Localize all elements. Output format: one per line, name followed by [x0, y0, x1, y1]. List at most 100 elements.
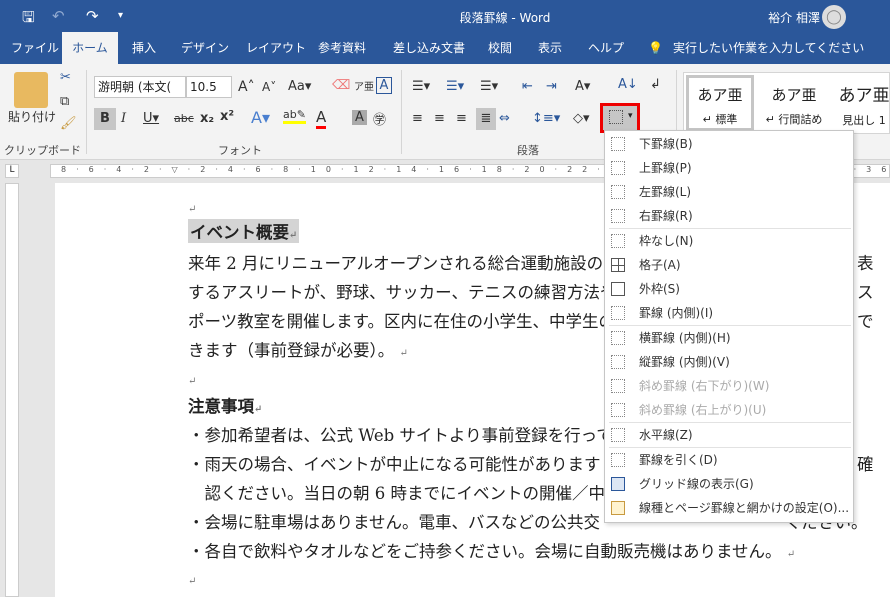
- sort-icon[interactable]: A↓: [618, 77, 638, 92]
- highlight-icon[interactable]: ab✎: [283, 108, 306, 124]
- character-spacing-icon[interactable]: A▾: [575, 79, 590, 94]
- style-no-spacing[interactable]: あア亜 ↵ 行間詰め: [758, 75, 830, 131]
- style-normal[interactable]: あア亜 ↵ 標準: [686, 75, 754, 131]
- tab-references[interactable]: 参考資料: [310, 32, 374, 64]
- numbering-icon[interactable]: ☰▾: [446, 79, 464, 94]
- font-group-label: フォント: [218, 144, 262, 157]
- line-spacing-icon[interactable]: ↕≡▾: [532, 111, 560, 126]
- menu-item-left-border[interactable]: 左罫線(L): [605, 180, 853, 204]
- para-mark: ↵: [188, 376, 197, 387]
- tab-layout[interactable]: レイアウト: [238, 32, 314, 64]
- character-shading-icon[interactable]: A: [352, 110, 367, 125]
- tab-design[interactable]: デザイン: [173, 32, 237, 64]
- view-gridlines-icon: [611, 477, 625, 491]
- bold-button[interactable]: B: [94, 108, 116, 130]
- menu-item-horizontal-line[interactable]: 水平線(Z): [605, 423, 853, 447]
- diagonal-up-border-icon: [611, 403, 625, 417]
- increase-indent-icon[interactable]: ⇥: [546, 79, 557, 94]
- menu-item-label: 上罫線(P): [639, 161, 692, 175]
- styles-gallery: あア亜 ↵ 標準 あア亜 ↵ 行間詰め あア亜 見出し 1: [683, 72, 890, 134]
- tab-file[interactable]: ファイル: [3, 32, 67, 64]
- avatar[interactable]: ◯: [822, 5, 846, 29]
- menu-item-borders-shading[interactable]: 線種とページ罫線と網かけの設定(O)...: [605, 496, 853, 520]
- menu-item-right-border[interactable]: 右罫線(R): [605, 204, 853, 228]
- subscript-button[interactable]: x₂: [200, 111, 214, 126]
- enclose-characters-icon[interactable]: ㊫: [373, 109, 386, 128]
- user-name[interactable]: 裕介 相澤: [768, 9, 820, 26]
- tab-review[interactable]: 校閲: [480, 32, 520, 64]
- clear-formatting-icon[interactable]: ⌫: [332, 78, 350, 93]
- borders-button[interactable]: ▾: [600, 103, 640, 133]
- menu-item-diagonal-up-border: 斜め罫線 (右上がり)(U): [605, 398, 853, 422]
- paragraph-group-label: 段落: [517, 144, 539, 157]
- line-end-fragment: ス: [857, 283, 874, 302]
- all-borders-icon: [611, 258, 625, 272]
- decrease-indent-icon[interactable]: ⇤: [522, 79, 533, 94]
- tab-home[interactable]: ホーム: [62, 32, 118, 64]
- phonetic-guide-icon[interactable]: ア亜: [354, 78, 374, 93]
- font-name-select[interactable]: 游明朝 (本文(: [94, 76, 186, 98]
- style-preview: あア亜: [838, 86, 890, 106]
- paste-button[interactable]: 貼り付け: [8, 108, 56, 125]
- shading-icon[interactable]: ◇▾: [573, 111, 590, 126]
- font-size-select[interactable]: 10.5: [186, 76, 232, 98]
- bullet-line: ・雨天の場合、イベントが中止になる可能性があります: [188, 455, 601, 474]
- menu-item-label: 枠なし(N): [639, 234, 694, 248]
- cut-icon[interactable]: ✂: [60, 70, 71, 85]
- justify-icon[interactable]: ≣: [476, 108, 496, 130]
- grow-font-icon[interactable]: A˄: [238, 79, 255, 95]
- menu-item-outside-borders[interactable]: 外枠(S): [605, 277, 853, 301]
- menu-item-label: グリッド線の表示(G): [639, 477, 754, 491]
- menu-item-label: 下罫線(B): [639, 137, 693, 151]
- underline-button[interactable]: U▾: [143, 111, 159, 126]
- menu-item-inside-borders[interactable]: 罫線 (内側)(I): [605, 301, 853, 325]
- bullet-line: ・参加希望者は、公式 Web サイトより事前登録を行って: [188, 426, 613, 445]
- menu-item-inside-horizontal-border[interactable]: 横罫線 (内側)(H): [605, 326, 853, 350]
- shrink-font-icon[interactable]: A˅: [262, 80, 276, 94]
- multilevel-list-icon[interactable]: ☰▾: [480, 79, 498, 94]
- menu-item-bottom-border[interactable]: 下罫線(B): [605, 132, 853, 156]
- tab-insert[interactable]: 挿入: [124, 32, 164, 64]
- borders-shading-icon: [611, 501, 625, 515]
- style-heading-1[interactable]: あア亜 見出し 1: [834, 75, 890, 131]
- menu-item-no-border[interactable]: 枠なし(N): [605, 229, 853, 253]
- character-border-icon[interactable]: A: [376, 77, 392, 94]
- tell-me-search[interactable]: 実行したい作業を入力してください: [665, 32, 872, 64]
- align-left-icon[interactable]: ≡: [412, 111, 423, 126]
- vertical-ruler[interactable]: [5, 183, 19, 597]
- menu-item-view-gridlines[interactable]: グリッド線の表示(G): [605, 472, 853, 496]
- paste-icon[interactable]: [14, 72, 48, 108]
- tab-view[interactable]: 表示: [530, 32, 570, 64]
- right-border-icon: [611, 209, 625, 223]
- italic-button[interactable]: I: [121, 111, 126, 126]
- tab-help[interactable]: ヘルプ: [580, 32, 632, 64]
- strikethrough-button[interactable]: abc: [174, 112, 194, 125]
- change-case-icon[interactable]: Aa▾: [288, 79, 311, 94]
- body-line: きます（事前登録が必要）。 ↵: [188, 341, 408, 360]
- text-effects-icon[interactable]: A▾: [251, 108, 270, 127]
- no-border-icon: [611, 234, 625, 248]
- menu-item-all-borders[interactable]: 格子(A): [605, 253, 853, 277]
- horizontal-line-icon: [611, 428, 625, 442]
- align-center-icon[interactable]: ≡: [434, 111, 445, 126]
- superscript-button[interactable]: x²: [220, 109, 234, 124]
- font-color-icon[interactable]: A: [316, 108, 327, 129]
- copy-icon[interactable]: ⧉: [60, 94, 69, 109]
- tab-mailings[interactable]: 差し込み文書: [385, 32, 473, 64]
- draw-table-icon: [611, 453, 625, 467]
- format-painter-icon[interactable]: 🖌: [60, 116, 77, 131]
- menu-item-inside-vertical-border[interactable]: 縦罫線 (内側)(V): [605, 350, 853, 374]
- tab-selector[interactable]: L: [5, 164, 19, 178]
- left-border-icon: [611, 185, 625, 199]
- style-preview: あア亜: [697, 86, 743, 104]
- menu-item-diagonal-down-border: 斜め罫線 (右下がり)(W): [605, 374, 853, 398]
- heading-notes: 注意事項↵: [188, 397, 263, 416]
- align-right-icon[interactable]: ≡: [456, 111, 467, 126]
- line-end-fragment: 確: [857, 455, 874, 474]
- para-mark: ↵: [188, 576, 197, 587]
- bullets-icon[interactable]: ☰▾: [412, 79, 430, 94]
- menu-item-draw-table[interactable]: 罫線を引く(D): [605, 448, 853, 472]
- menu-item-top-border[interactable]: 上罫線(P): [605, 156, 853, 180]
- distributed-icon[interactable]: ⇔: [499, 111, 510, 126]
- show-marks-icon[interactable]: ↲: [650, 77, 661, 92]
